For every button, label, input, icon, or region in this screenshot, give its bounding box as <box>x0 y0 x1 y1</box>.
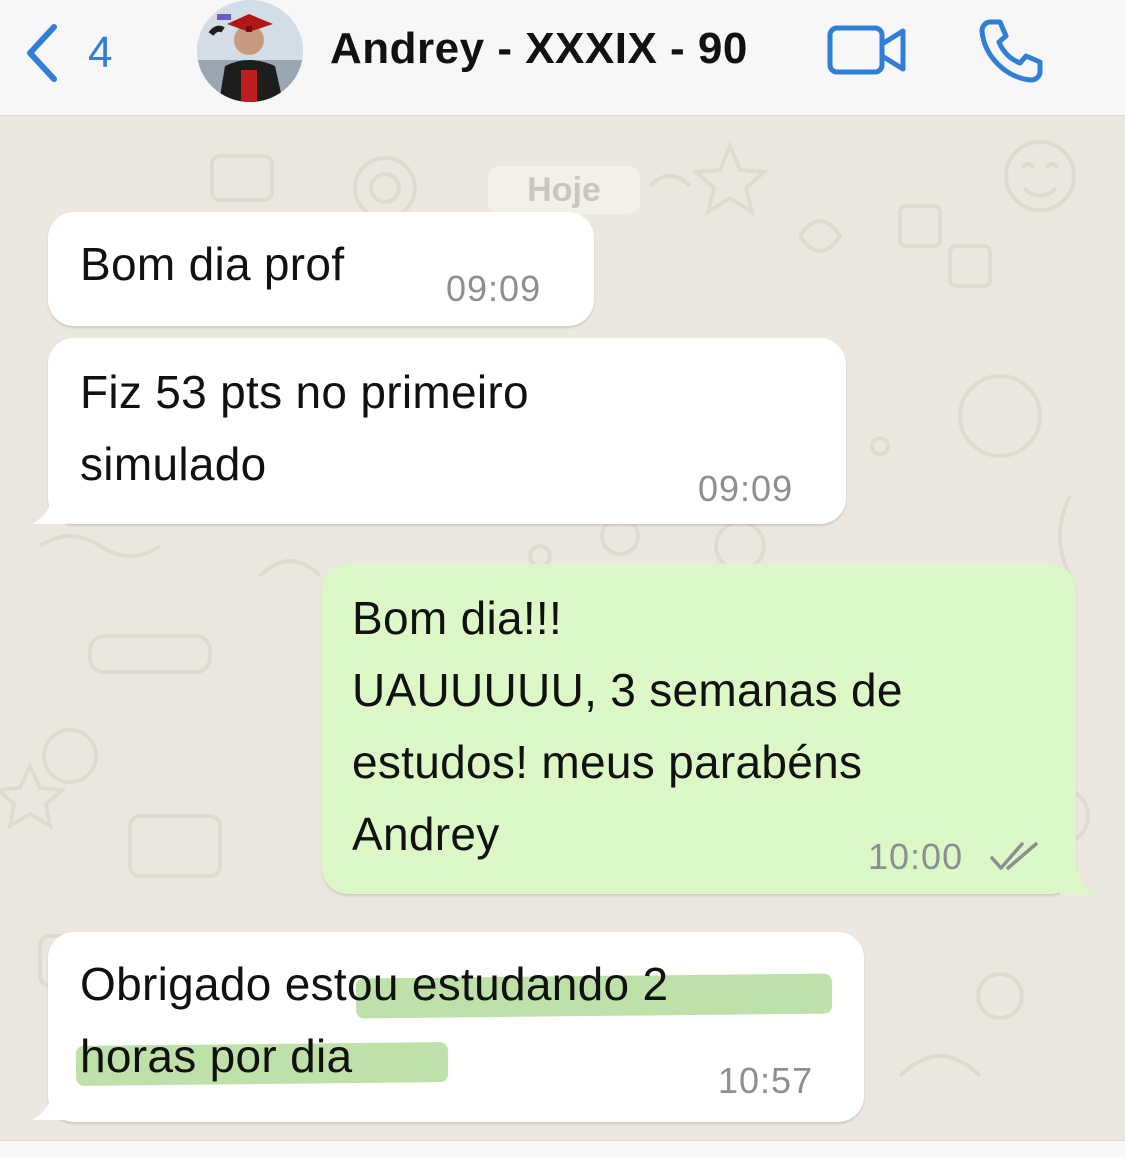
unread-count: 4 <box>88 28 113 77</box>
phone-icon <box>976 19 1046 90</box>
bubble-tail <box>1060 866 1096 894</box>
back-button[interactable]: 4 <box>24 18 144 88</box>
chat-header: 4 Andrey - XXXIX - 90 <box>0 0 1125 116</box>
message-time: 09:09 <box>698 468 794 509</box>
read-ticks-icon <box>990 842 1038 870</box>
message-incoming[interactable]: Fiz 53 pts no primeiro simulado 09:09 <box>48 338 846 524</box>
chat-area[interactable]: Hoje Bom dia prof 09:09 Fiz 53 pts no pr… <box>0 116 1125 1157</box>
message-incoming[interactable]: Bom dia prof 09:09 <box>48 212 594 326</box>
message-time: 10:00 <box>868 836 964 877</box>
video-call-button[interactable] <box>826 24 908 76</box>
chevron-left-icon <box>24 21 60 85</box>
message-text: Bom dia prof <box>80 238 345 290</box>
contact-name[interactable]: Andrey - XXXIX - 90 <box>330 24 748 74</box>
input-bar-edge <box>0 1140 1125 1157</box>
message-outgoing[interactable]: Bom dia!!! UAUUUUU, 3 semanas de estudos… <box>322 564 1076 894</box>
avatar[interactable] <box>197 0 303 102</box>
message-text: Fiz 53 pts no primeiro simulado <box>80 366 529 490</box>
message-time: 10:57 <box>718 1060 814 1101</box>
date-divider: Hoje <box>488 166 640 214</box>
video-camera-icon <box>826 25 908 80</box>
message-time: 09:09 <box>446 268 542 309</box>
bubble-tail <box>32 1092 68 1120</box>
message-incoming[interactable]: Obrigado estou estudando 2 horas por dia… <box>48 932 864 1122</box>
voice-call-button[interactable] <box>976 16 1046 86</box>
message-text: Bom dia!!! UAUUUUU, 3 semanas de estudos… <box>352 592 903 860</box>
message-text: Obrigado estou estudando 2 horas por dia <box>80 958 669 1082</box>
bubble-tail <box>32 496 68 524</box>
